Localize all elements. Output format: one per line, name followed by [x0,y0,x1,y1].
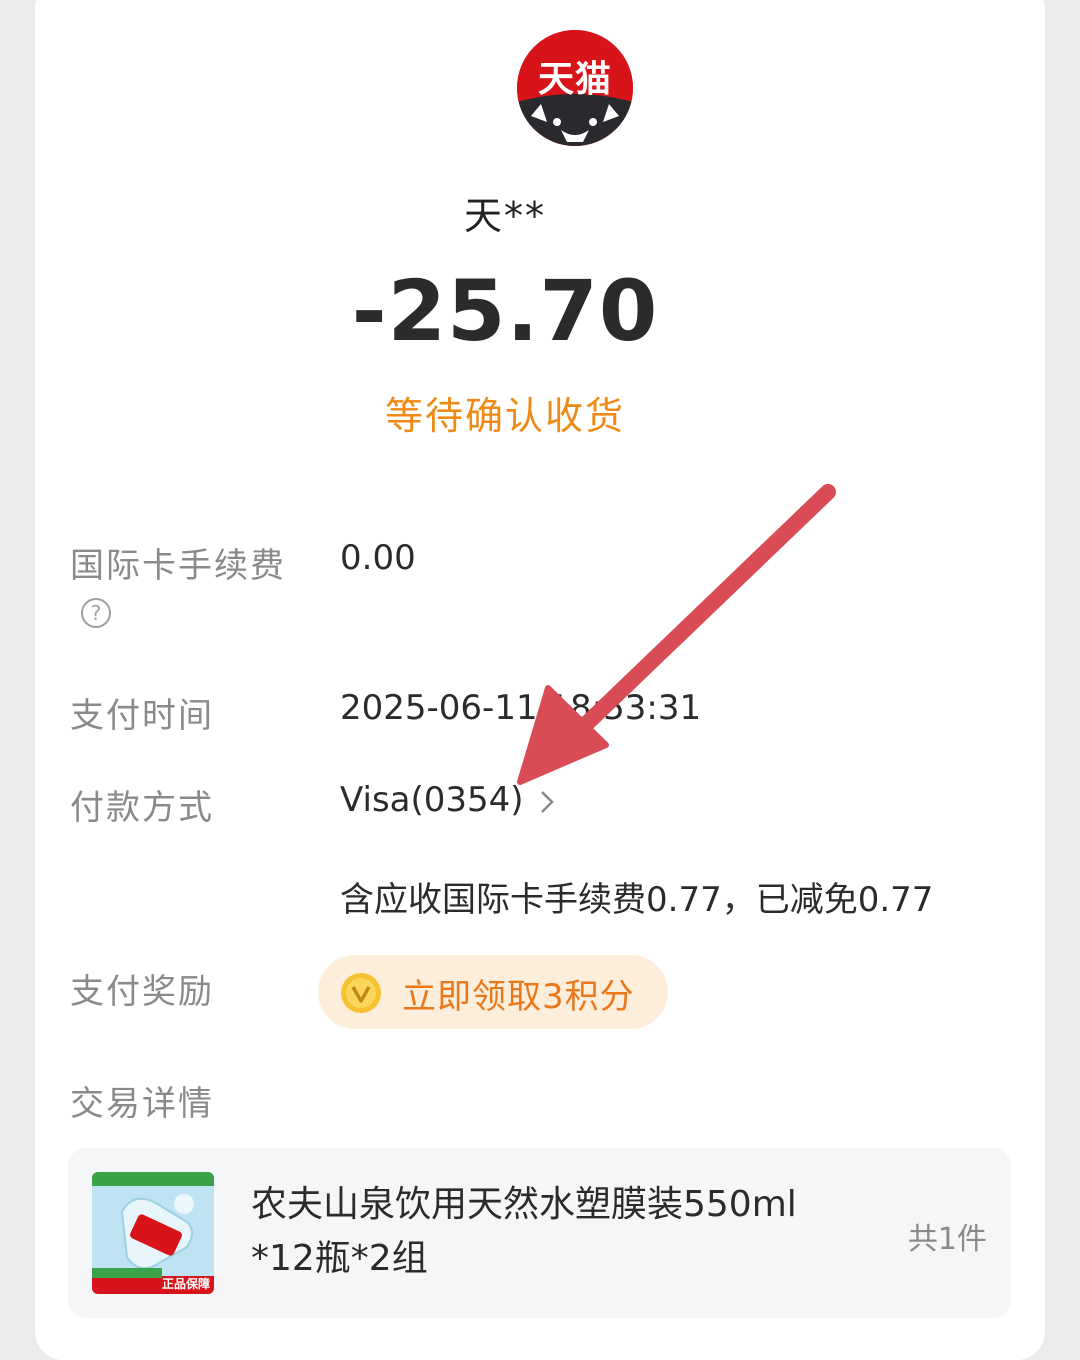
product-thumbnail: 正品保障 [92,1172,214,1294]
thumb-badge: 正品保障 [161,1277,210,1291]
merchant-name: 天** [463,194,546,238]
intl-fee-label: 国际卡手续费 [70,546,286,586]
amount: -25.70 [351,262,659,360]
pay-method-label: 付款方式 [70,788,214,828]
help-icon[interactable]: ? [81,598,111,628]
pay-time-value: 2025-06-11 18:53:31 [340,688,702,728]
claim-points-button[interactable]: 立即领取3积分 [318,955,668,1029]
product-item[interactable]: 正品保障 农夫山泉饮用天然水塑膜装550ml *12瓶*2组 共1件 [68,1148,1011,1318]
merchant-logo: 天猫 [517,30,633,146]
trade-detail-label: 交易详情 [70,1084,214,1124]
product-quantity: 共1件 [907,1222,987,1257]
product-name: 农夫山泉饮用天然水塑膜装550ml *12瓶*2组 [251,1184,797,1279]
reward-label: 支付奖励 [70,972,214,1012]
fee-note: 含应收国际卡手续费0.77，已减免0.77 [340,880,934,920]
order-status: 等待确认收货 [384,394,625,438]
coin-icon [341,973,381,1013]
claim-points-label: 立即领取3积分 [402,977,635,1017]
intl-fee-value: 0.00 [340,538,416,578]
logo-text: 天猫 [537,59,612,100]
chevron-right-icon[interactable] [537,787,557,817]
pay-time-label: 支付时间 [70,696,214,736]
pay-method-value[interactable]: Visa(0354) [340,780,524,820]
